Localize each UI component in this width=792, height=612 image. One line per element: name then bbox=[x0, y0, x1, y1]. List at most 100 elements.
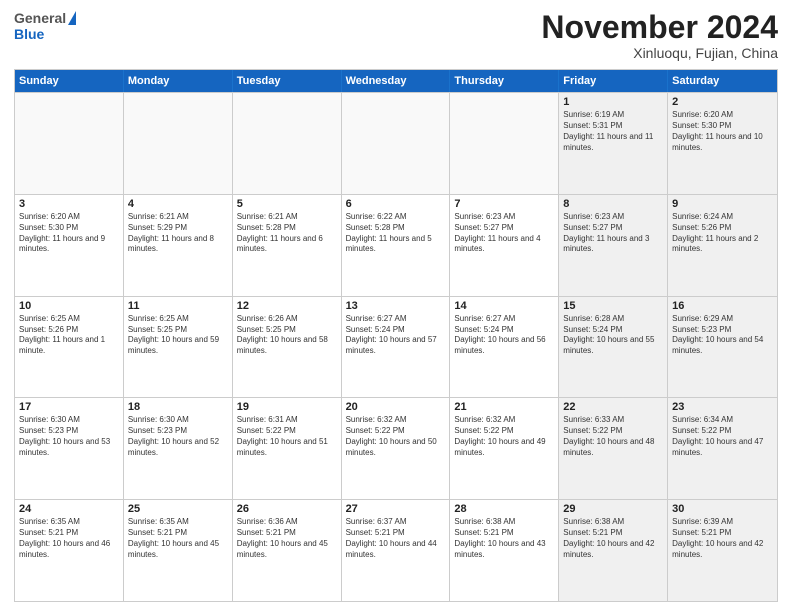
calendar-cell: 1Sunrise: 6:19 AM Sunset: 5:31 PM Daylig… bbox=[559, 93, 668, 194]
calendar-cell: 27 Sunrise: 6:37 AM Sunset: 5:21 PM Dayli… bbox=[342, 500, 451, 601]
title-section: November 2024 Xinluoqu, Fujian, China bbox=[541, 10, 778, 61]
day-info: Sunrise: 6:33 AM Sunset: 5:22 PM Dayligh… bbox=[563, 415, 663, 458]
day-number: 19 bbox=[237, 401, 337, 413]
day-number: 7 bbox=[454, 198, 554, 210]
day-info: Sunrise: 6:31 AM Sunset: 5:22 PM Dayligh… bbox=[237, 415, 337, 458]
day-info: Sunrise: 6:21 AM Sunset: 5:29 PM Dayligh… bbox=[128, 212, 228, 255]
calendar-cell: 30 Sunrise: 6:39 AM Sunset: 5:21 PM Dayli… bbox=[668, 500, 777, 601]
logo-general-text: General bbox=[14, 10, 66, 26]
calendar-row: 3 Sunrise: 6:20 AM Sunset: 5:30 PM Daylig… bbox=[15, 194, 777, 296]
day-info: Sunrise: 6:29 AM Sunset: 5:23 PM Dayligh… bbox=[672, 314, 773, 357]
calendar-cell: 14 Sunrise: 6:27 AM Sunset: 5:24 PM Dayli… bbox=[450, 297, 559, 398]
day-info: Sunrise: 6:34 AM Sunset: 5:22 PM Dayligh… bbox=[672, 415, 773, 458]
weekday-header: Thursday bbox=[450, 70, 559, 92]
calendar-cell: 10 Sunrise: 6:25 AM Sunset: 5:26 PM Dayli… bbox=[15, 297, 124, 398]
calendar-cell bbox=[233, 93, 342, 194]
day-info: Sunrise: 6:25 AM Sunset: 5:26 PM Dayligh… bbox=[19, 314, 119, 357]
day-info: Sunrise: 6:27 AM Sunset: 5:24 PM Dayligh… bbox=[454, 314, 554, 357]
weekday-header: Saturday bbox=[668, 70, 777, 92]
calendar-row: 1Sunrise: 6:19 AM Sunset: 5:31 PM Daylig… bbox=[15, 92, 777, 194]
day-number: 20 bbox=[346, 401, 446, 413]
day-info: Sunrise: 6:19 AM Sunset: 5:31 PM Dayligh… bbox=[563, 110, 663, 153]
calendar-cell: 18 Sunrise: 6:30 AM Sunset: 5:23 PM Dayli… bbox=[124, 398, 233, 499]
day-number: 26 bbox=[237, 503, 337, 515]
calendar-cell: 17Sunrise: 6:30 AM Sunset: 5:23 PM Dayli… bbox=[15, 398, 124, 499]
day-info: Sunrise: 6:35 AM Sunset: 5:21 PM Dayligh… bbox=[128, 517, 228, 560]
day-number: 16 bbox=[672, 300, 773, 312]
calendar-cell bbox=[15, 93, 124, 194]
calendar-cell: 7Sunrise: 6:23 AM Sunset: 5:27 PM Daylig… bbox=[450, 195, 559, 296]
calendar-cell: 12 Sunrise: 6:26 AM Sunset: 5:25 PM Dayli… bbox=[233, 297, 342, 398]
calendar-cell bbox=[342, 93, 451, 194]
calendar-cell bbox=[450, 93, 559, 194]
calendar-cell: 28Sunrise: 6:38 AM Sunset: 5:21 PM Dayli… bbox=[450, 500, 559, 601]
day-info: Sunrise: 6:36 AM Sunset: 5:21 PM Dayligh… bbox=[237, 517, 337, 560]
day-number: 28 bbox=[454, 503, 554, 515]
calendar-cell: 8 Sunrise: 6:23 AM Sunset: 5:27 PM Daylig… bbox=[559, 195, 668, 296]
calendar-cell: 9 Sunrise: 6:24 AM Sunset: 5:26 PM Daylig… bbox=[668, 195, 777, 296]
day-number: 27 bbox=[346, 503, 446, 515]
calendar-cell: 5 Sunrise: 6:21 AM Sunset: 5:28 PM Daylig… bbox=[233, 195, 342, 296]
day-info: Sunrise: 6:22 AM Sunset: 5:28 PM Dayligh… bbox=[346, 212, 446, 255]
day-info: Sunrise: 6:28 AM Sunset: 5:24 PM Dayligh… bbox=[563, 314, 663, 357]
calendar-cell bbox=[124, 93, 233, 194]
day-number: 10 bbox=[19, 300, 119, 312]
day-number: 5 bbox=[237, 198, 337, 210]
page: General Blue November 2024 Xinluoqu, Fuj… bbox=[0, 0, 792, 612]
day-info: Sunrise: 6:20 AM Sunset: 5:30 PM Dayligh… bbox=[19, 212, 119, 255]
calendar-cell: 16 Sunrise: 6:29 AM Sunset: 5:23 PM Dayli… bbox=[668, 297, 777, 398]
calendar-cell: 23 Sunrise: 6:34 AM Sunset: 5:22 PM Dayli… bbox=[668, 398, 777, 499]
day-number: 18 bbox=[128, 401, 228, 413]
day-info: Sunrise: 6:32 AM Sunset: 5:22 PM Dayligh… bbox=[454, 415, 554, 458]
calendar-cell: 29Sunrise: 6:38 AM Sunset: 5:21 PM Dayli… bbox=[559, 500, 668, 601]
calendar-cell: 21Sunrise: 6:32 AM Sunset: 5:22 PM Dayli… bbox=[450, 398, 559, 499]
day-info: Sunrise: 6:20 AM Sunset: 5:30 PM Dayligh… bbox=[672, 110, 773, 153]
day-number: 30 bbox=[672, 503, 773, 515]
day-info: Sunrise: 6:26 AM Sunset: 5:25 PM Dayligh… bbox=[237, 314, 337, 357]
calendar: SundayMondayTuesdayWednesdayThursdayFrid… bbox=[14, 69, 778, 602]
calendar-body: 1Sunrise: 6:19 AM Sunset: 5:31 PM Daylig… bbox=[15, 92, 777, 601]
header: General Blue November 2024 Xinluoqu, Fuj… bbox=[14, 10, 778, 61]
calendar-cell: 19 Sunrise: 6:31 AM Sunset: 5:22 PM Dayli… bbox=[233, 398, 342, 499]
day-number: 24 bbox=[19, 503, 119, 515]
calendar-cell: 13Sunrise: 6:27 AM Sunset: 5:24 PM Dayli… bbox=[342, 297, 451, 398]
day-number: 23 bbox=[672, 401, 773, 413]
day-info: Sunrise: 6:38 AM Sunset: 5:21 PM Dayligh… bbox=[563, 517, 663, 560]
day-number: 8 bbox=[563, 198, 663, 210]
day-number: 2 bbox=[672, 96, 773, 108]
calendar-cell: 22 Sunrise: 6:33 AM Sunset: 5:22 PM Dayli… bbox=[559, 398, 668, 499]
day-number: 6 bbox=[346, 198, 446, 210]
day-info: Sunrise: 6:37 AM Sunset: 5:21 PM Dayligh… bbox=[346, 517, 446, 560]
day-number: 13 bbox=[346, 300, 446, 312]
location-title: Xinluoqu, Fujian, China bbox=[541, 45, 778, 61]
day-number: 12 bbox=[237, 300, 337, 312]
day-info: Sunrise: 6:30 AM Sunset: 5:23 PM Dayligh… bbox=[19, 415, 119, 458]
weekday-header: Wednesday bbox=[342, 70, 451, 92]
day-info: Sunrise: 6:23 AM Sunset: 5:27 PM Dayligh… bbox=[563, 212, 663, 255]
day-number: 4 bbox=[128, 198, 228, 210]
calendar-cell: 15 Sunrise: 6:28 AM Sunset: 5:24 PM Dayli… bbox=[559, 297, 668, 398]
day-info: Sunrise: 6:24 AM Sunset: 5:26 PM Dayligh… bbox=[672, 212, 773, 255]
day-number: 15 bbox=[563, 300, 663, 312]
calendar-header: SundayMondayTuesdayWednesdayThursdayFrid… bbox=[15, 70, 777, 92]
calendar-cell: 6 Sunrise: 6:22 AM Sunset: 5:28 PM Daylig… bbox=[342, 195, 451, 296]
weekday-header: Monday bbox=[124, 70, 233, 92]
calendar-row: 17Sunrise: 6:30 AM Sunset: 5:23 PM Dayli… bbox=[15, 397, 777, 499]
logo: General Blue bbox=[14, 10, 76, 42]
calendar-cell: 25 Sunrise: 6:35 AM Sunset: 5:21 PM Dayli… bbox=[124, 500, 233, 601]
calendar-cell: 2 Sunrise: 6:20 AM Sunset: 5:30 PM Daylig… bbox=[668, 93, 777, 194]
month-title: November 2024 bbox=[541, 10, 778, 45]
day-number: 25 bbox=[128, 503, 228, 515]
day-info: Sunrise: 6:25 AM Sunset: 5:25 PM Dayligh… bbox=[128, 314, 228, 357]
day-info: Sunrise: 6:30 AM Sunset: 5:23 PM Dayligh… bbox=[128, 415, 228, 458]
day-info: Sunrise: 6:35 AM Sunset: 5:21 PM Dayligh… bbox=[19, 517, 119, 560]
day-number: 3 bbox=[19, 198, 119, 210]
calendar-cell: 26 Sunrise: 6:36 AM Sunset: 5:21 PM Dayli… bbox=[233, 500, 342, 601]
day-info: Sunrise: 6:39 AM Sunset: 5:21 PM Dayligh… bbox=[672, 517, 773, 560]
day-number: 9 bbox=[672, 198, 773, 210]
day-number: 14 bbox=[454, 300, 554, 312]
day-info: Sunrise: 6:21 AM Sunset: 5:28 PM Dayligh… bbox=[237, 212, 337, 255]
calendar-cell: 3 Sunrise: 6:20 AM Sunset: 5:30 PM Daylig… bbox=[15, 195, 124, 296]
day-number: 22 bbox=[563, 401, 663, 413]
weekday-header: Friday bbox=[559, 70, 668, 92]
